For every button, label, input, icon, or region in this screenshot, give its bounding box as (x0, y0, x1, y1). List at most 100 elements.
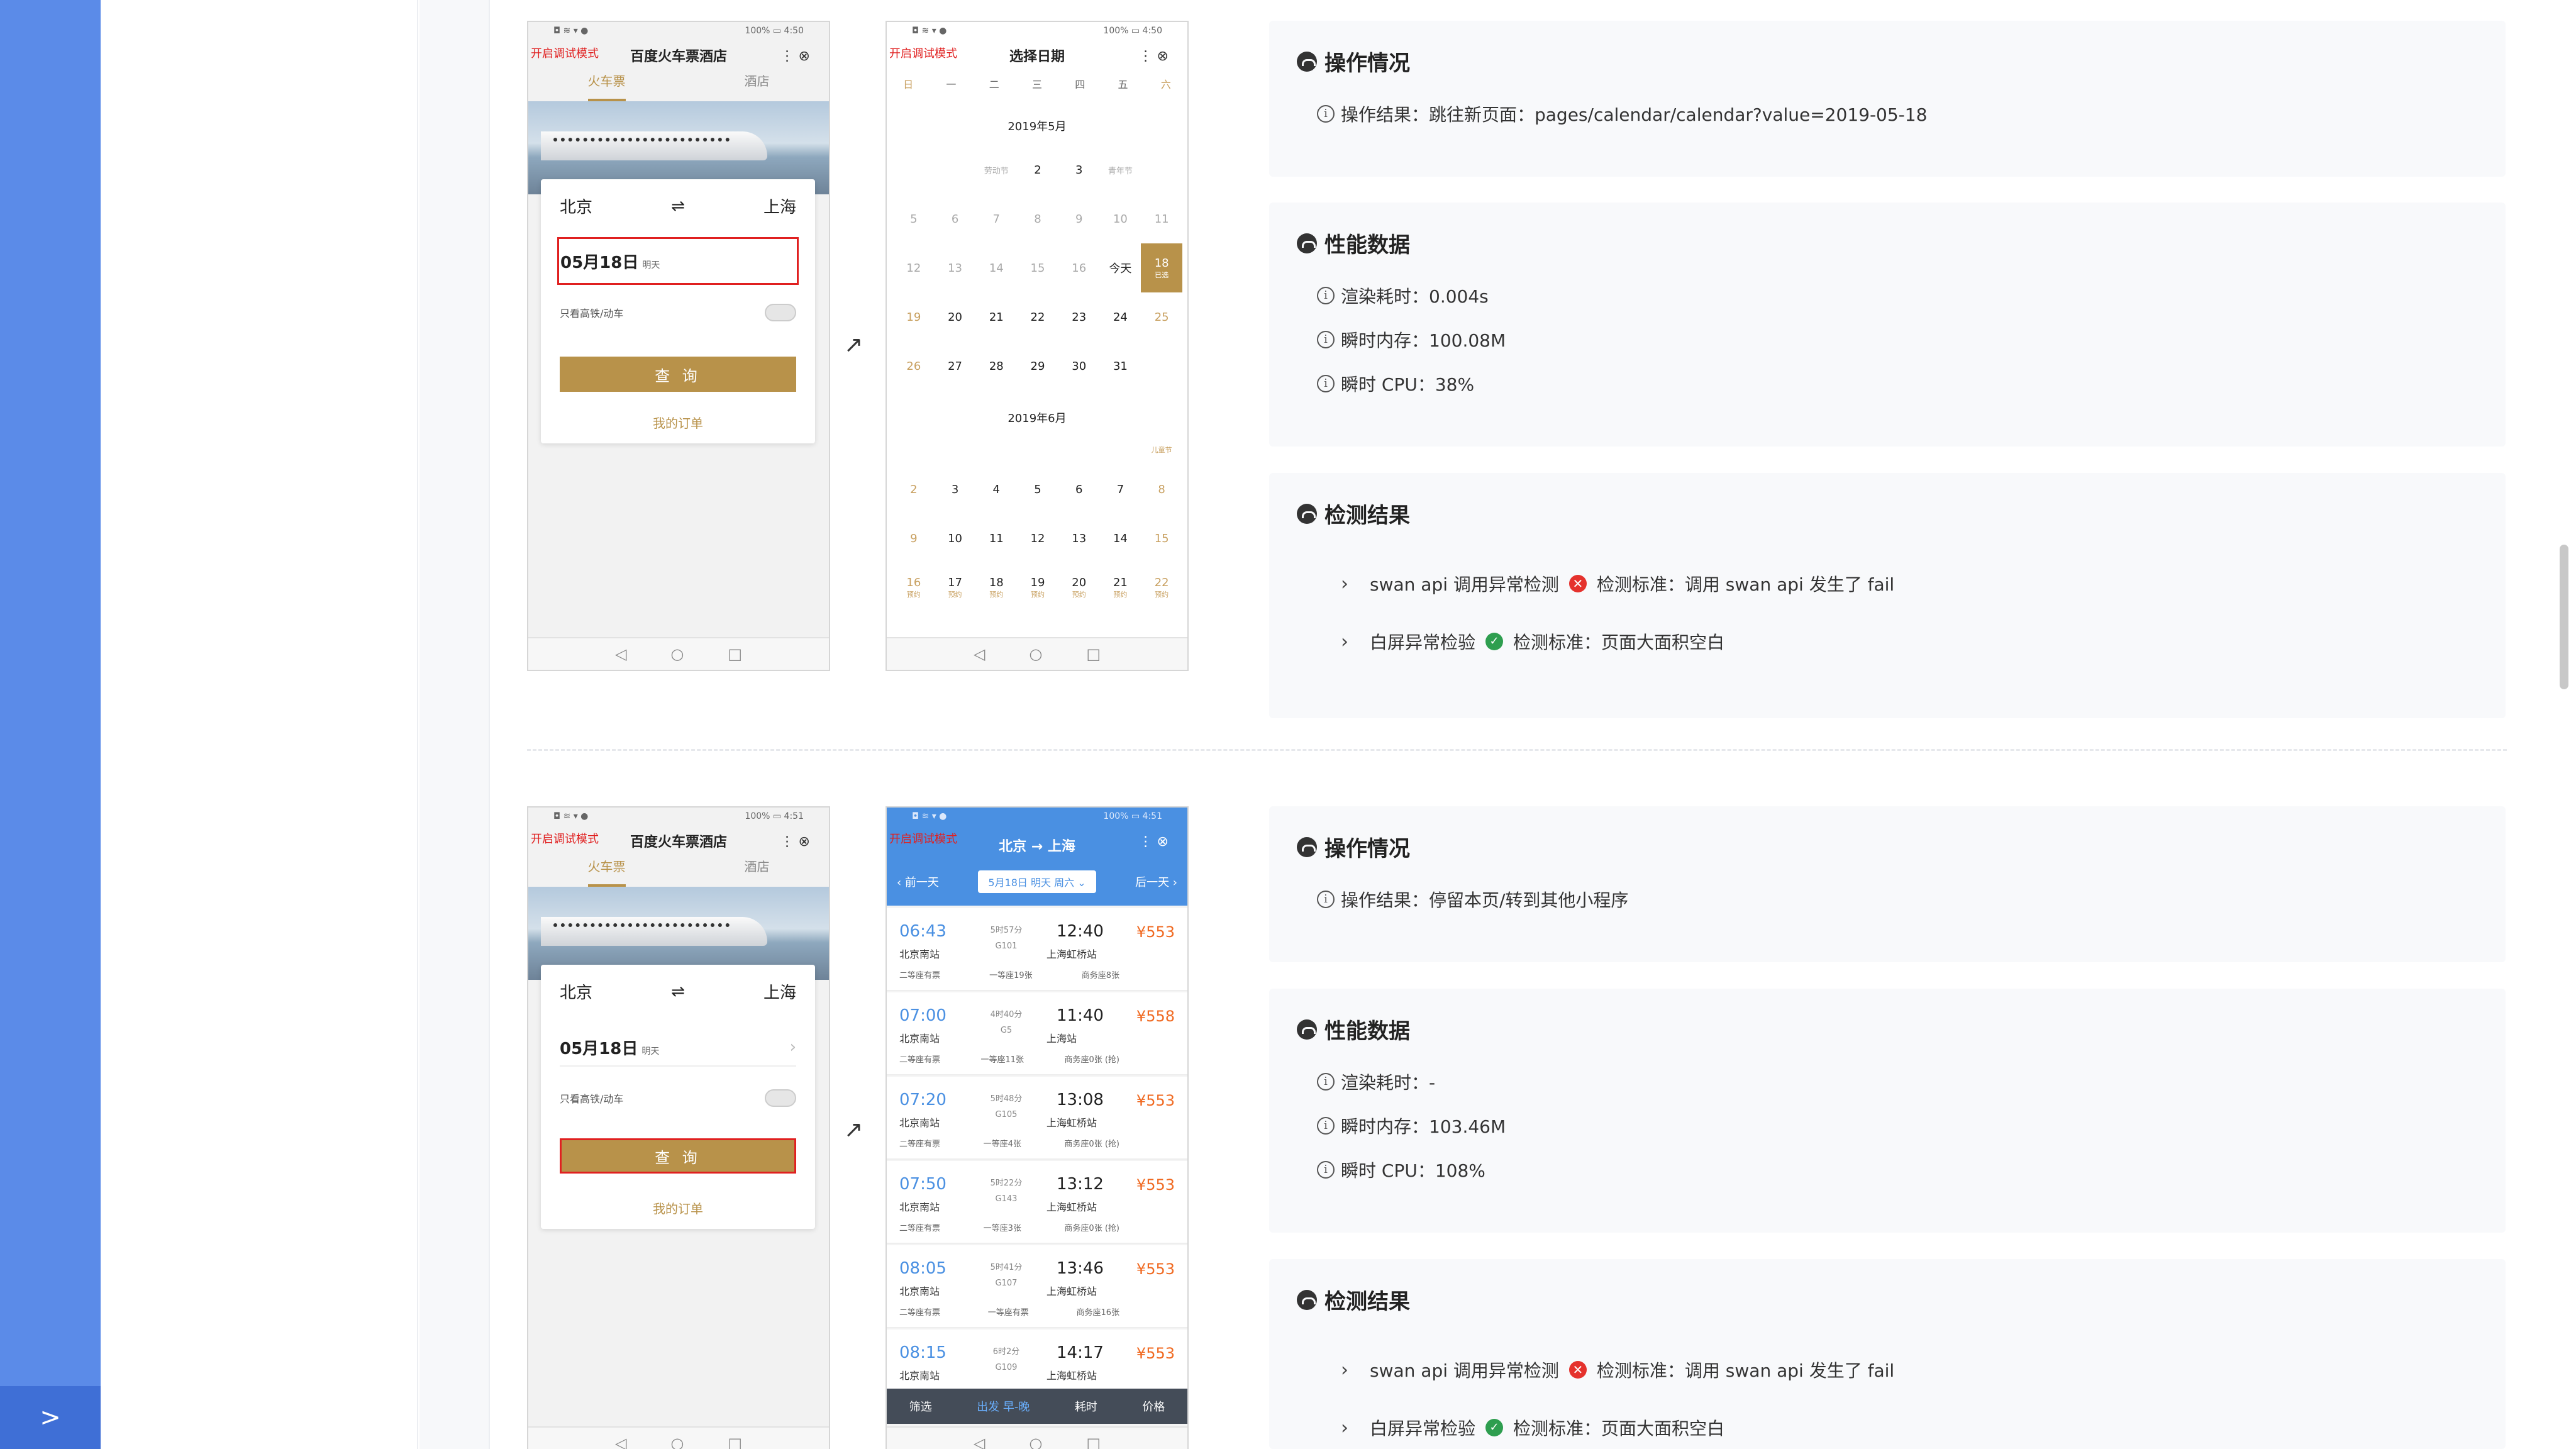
next-day: 后一天 › (1135, 876, 1177, 889)
day-number: 11 (989, 531, 1004, 545)
perf-title-text: 性能数据 (1324, 233, 1410, 258)
panel-gutter (419, 0, 489, 1449)
status-icons: ◘ ≋ ▾ ● (912, 26, 947, 36)
left-nav-sidebar (0, 0, 101, 1449)
phone-softkeys: ◁ ○ □ (528, 1426, 829, 1449)
date-value: 05月18日 明天 (560, 1036, 659, 1059)
calendar-day: 8 (1017, 194, 1058, 243)
filter-toggle (765, 304, 796, 321)
arrive-station: 上海虹桥站 (1046, 1117, 1097, 1129)
my-orders-link: 我的订单 (653, 1201, 703, 1216)
sidebar-expand-button[interactable]: > (0, 1386, 101, 1449)
day-number: 4 (992, 482, 1000, 496)
perf-render-text: 渲染耗时：- (1341, 1072, 1436, 1093)
check-item-blank[interactable]: › 白屏异常检验 ✓ 检测标准：页面大面积空白 (1341, 1415, 1724, 1440)
day-number: 劳动节 (984, 166, 1009, 176)
presale-label: 预约 (1113, 590, 1128, 599)
calendar-day: 17 预约 (935, 563, 976, 612)
sort-duration-tab: 耗时 (1074, 1401, 1097, 1414)
calendar-day: 15 (1017, 243, 1058, 292)
ticket-price: ¥553 (1136, 1092, 1175, 1109)
my-orders-link: 我的订单 (653, 416, 703, 431)
phone-softkeys: ◁ ○ □ (528, 637, 829, 670)
calendar-day: 26 (893, 341, 935, 391)
arrive-time: 14:17 (1057, 1343, 1104, 1362)
depart-time: 06:43 (899, 922, 947, 941)
day-number: 12 (1030, 531, 1045, 545)
arrive-station: 上海虹桥站 (1046, 1201, 1097, 1213)
trend-arrow-icon: ↗ (844, 332, 863, 358)
day-number: 11 (1154, 212, 1169, 226)
date-hint: 明天 (642, 260, 660, 270)
fail-icon: ✕ (1568, 1361, 1587, 1379)
presale-label: 预约 (948, 590, 962, 599)
debug-mode-label: 开启调试模式 (531, 833, 599, 846)
day-number: 16 (906, 575, 921, 589)
calendar-day: 13 (1058, 514, 1100, 563)
perf-cpu-text: 瞬时 CPU：108% (1341, 1160, 1485, 1181)
day-number: 21 (1113, 575, 1128, 589)
dashboard-icon (1297, 1019, 1317, 1040)
calendar-weekday-row: 日一二三四五六 (887, 76, 1187, 97)
status-icons: ◘ ≋ ▾ ● (912, 811, 947, 821)
vertical-scrollbar[interactable] (2560, 545, 2568, 689)
info-icon: i (1317, 1161, 1335, 1179)
swap-icon: ⇌ (671, 196, 685, 216)
from-city: 北京 (560, 198, 593, 217)
calendar-day: 18 预约 (975, 563, 1017, 612)
phone-status-bar: ◘ ≋ ▾ ● 100% ▭ 4:50 (528, 22, 829, 40)
depart-station: 北京南站 (899, 1201, 940, 1213)
depart-station: 北京南站 (899, 1033, 940, 1045)
home-icon: ○ (670, 645, 684, 663)
day-number: 19 (1030, 575, 1045, 589)
phone-status-bar: ◘ ≋ ▾ ● 100% ▭ 4:51 (887, 808, 1187, 825)
pass-icon: ✓ (1485, 633, 1504, 650)
sort-depart-tab: 出发 早-晚 (977, 1401, 1030, 1414)
calendar-day (893, 145, 935, 194)
perf-cpu-text: 瞬时 CPU：38% (1341, 374, 1475, 395)
date-hint: 明天 (641, 1046, 660, 1057)
calendar-day: 10 (1100, 194, 1141, 243)
calendar-day: 13 (935, 243, 976, 292)
depart-time: 08:05 (899, 1259, 947, 1278)
screenshot-after-phone: ◘ ≋ ▾ ● 100% ▭ 4:50 选择日期 开启调试模式 ⋮ ⊗ 日一二三四… (886, 21, 1189, 671)
date-row: 05月18日 明天 › (560, 1029, 796, 1067)
to-city: 上海 (763, 984, 796, 1002)
day-number: 10 (948, 531, 963, 545)
more-close-icon: ⋮ ⊗ (1138, 834, 1169, 850)
seat-availability: 二等座有票 一等座3张 商务座0张 (抢) (899, 1221, 1119, 1233)
day-number: 5 (1034, 482, 1041, 496)
fail-icon: ✕ (1568, 575, 1587, 592)
day-number: 28 (989, 359, 1004, 373)
calendar-day: 15 (1141, 514, 1182, 563)
check-criteria: 检测标准：调用 swan api 发生了 fail (1596, 1360, 1895, 1381)
dashboard-icon (1297, 503, 1317, 524)
tab-train: 火车票 (587, 71, 626, 101)
train-number: G105 (995, 1110, 1018, 1119)
perf-memory-text: 瞬时内存：103.46M (1341, 1116, 1506, 1137)
status-time: 100% ▭ 4:50 (745, 26, 804, 36)
calendar-day: 21 预约 (1100, 563, 1141, 612)
ops-result-text: 操作结果：跳往新页面：pages/calendar/calendar?value… (1341, 104, 1928, 125)
calendar-day: 22 预约 (1141, 563, 1182, 612)
check-item-blank[interactable]: › 白屏异常检验 ✓ 检测标准：页面大面积空白 (1341, 629, 1724, 654)
presale-label: 预约 (989, 590, 1004, 599)
train-number: G107 (995, 1279, 1018, 1288)
calendar-day: 6 (935, 194, 976, 243)
check-title: 检测结果 (1297, 498, 1410, 529)
calendar-day: 14 (975, 243, 1017, 292)
perf-title-text: 性能数据 (1324, 1019, 1410, 1044)
check-item-api[interactable]: › swan api 调用异常检测 ✕ 检测标准：调用 swan api 发生了 fa… (1341, 571, 1894, 596)
seat-info: 一等座11张 (980, 1055, 1024, 1065)
check-item-api[interactable]: › swan api 调用异常检测 ✕ 检测标准：调用 swan api 发生了 fa… (1341, 1357, 1894, 1382)
ticket-price: ¥553 (1136, 1176, 1175, 1194)
ops-result-row: i 操作结果：跳往新页面：pages/calendar/calendar?valu… (1317, 101, 1927, 126)
status-time: 100% ▭ 4:51 (745, 811, 804, 821)
phone-softkeys: ◁ ○ □ (887, 1426, 1187, 1449)
day-number: 12 (906, 261, 921, 275)
ticket-row: 07:20 13:08 北京南站 上海虹桥站 ¥553 5时48分 G105 二等座有票 一等座… (887, 1077, 1187, 1160)
day-number: 8 (1034, 212, 1041, 226)
day-number: 青年节 (1108, 166, 1133, 176)
calendar-day (935, 145, 976, 194)
day-number: 2 (1034, 163, 1041, 177)
